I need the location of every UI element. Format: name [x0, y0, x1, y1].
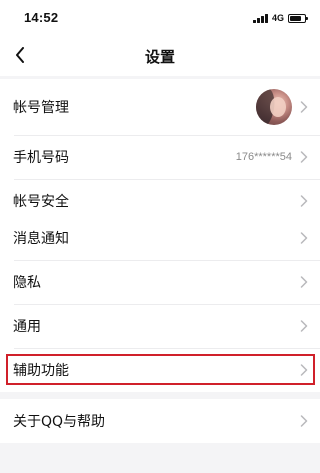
- status-indicators: 4G: [252, 11, 308, 25]
- chevron-right-icon: [300, 151, 308, 163]
- settings-item-label: 关于QQ与帮助: [13, 414, 106, 430]
- battery-icon: [288, 13, 308, 23]
- settings-item-phone-number[interactable]: 手机号码 176******54: [0, 135, 320, 179]
- signal-icon: [252, 13, 269, 23]
- chevron-right-icon: [300, 320, 308, 332]
- settings-item-label: 隐私: [13, 275, 41, 291]
- settings-item-general[interactable]: 通用: [0, 304, 320, 348]
- chevron-right-icon: [300, 364, 308, 376]
- settings-item-label: 辅助功能: [13, 363, 69, 379]
- settings-group-account: 帐号管理 手机号码 176******54 帐号安全: [0, 79, 320, 223]
- settings-item-privacy[interactable]: 隐私: [0, 260, 320, 304]
- settings-group-about: 关于QQ与帮助: [0, 399, 320, 443]
- settings-item-about-help[interactable]: 关于QQ与帮助: [0, 399, 320, 443]
- page-title: 设置: [144, 48, 175, 66]
- chevron-right-icon: [300, 101, 308, 113]
- chevron-right-icon: [300, 232, 308, 244]
- settings-item-label: 通用: [13, 319, 41, 335]
- chevron-right-icon: [300, 415, 308, 427]
- settings-item-label: 手机号码: [13, 150, 69, 166]
- settings-item-accessibility[interactable]: 辅助功能: [0, 348, 320, 392]
- settings-item-label: 帐号安全: [13, 194, 69, 210]
- avatar: [256, 89, 292, 125]
- status-bar: 14:52 4G: [0, 0, 320, 34]
- navigation-bar: 设置: [0, 34, 320, 76]
- phone-number-value: 176******54: [235, 151, 292, 163]
- network-type: 4G: [271, 13, 284, 23]
- settings-item-account-management[interactable]: 帐号管理: [0, 79, 320, 135]
- settings-group-general: 消息通知 隐私 通用 辅助功能: [0, 216, 320, 392]
- settings-item-label: 消息通知: [13, 231, 69, 247]
- status-time: 14:52: [24, 10, 59, 25]
- settings-item-label: 帐号管理: [13, 100, 69, 116]
- settings-item-notifications[interactable]: 消息通知: [0, 216, 320, 260]
- chevron-right-icon: [300, 276, 308, 288]
- chevron-right-icon: [300, 195, 308, 207]
